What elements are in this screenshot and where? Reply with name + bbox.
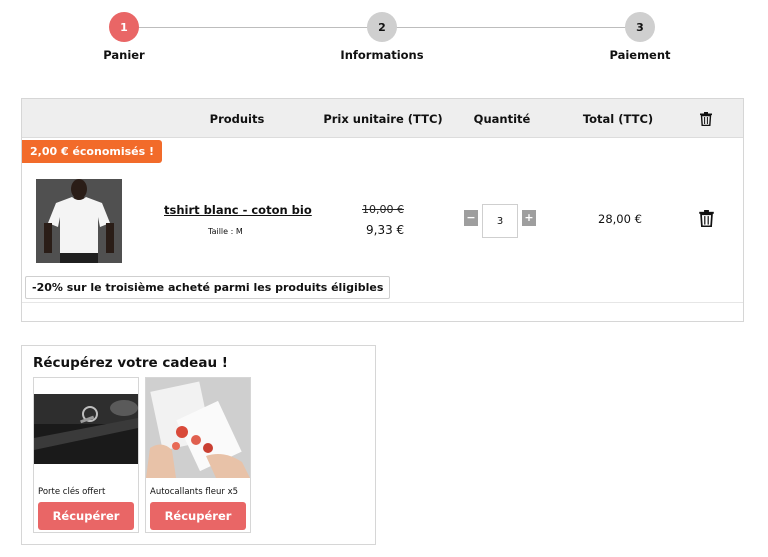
step-informations[interactable]: 2 Informations <box>322 12 442 62</box>
claim-gift-button[interactable]: Récupérer <box>150 502 246 530</box>
step-number: 1 <box>109 12 139 42</box>
line-total: 28,00 € <box>598 212 642 226</box>
step-number: 2 <box>367 12 397 42</box>
step-panier[interactable]: 1 Panier <box>64 12 184 62</box>
column-total: Total (TTC) <box>582 111 654 126</box>
promo-tag: -20% sur le troisième acheté parmi les p… <box>25 276 391 299</box>
quantity-increase-button[interactable]: + <box>522 210 536 226</box>
product-size: Taille : M <box>208 227 243 236</box>
gift-title: Récupérez votre cadeau ! <box>33 355 228 371</box>
cart-table: Produits Prix unitaire (TTC) Quantité To… <box>21 98 744 322</box>
step-label: Paiement <box>609 48 671 62</box>
quantity-decrease-button[interactable]: − <box>464 210 478 226</box>
gift-card: Autocallants fleur x5 Récupérer <box>145 377 251 533</box>
savings-badge: 2,00 € économisés ! <box>22 140 163 163</box>
unit-price: 9,33 € <box>366 223 405 237</box>
gift-card: Porte clés offert Récupérer <box>33 377 139 533</box>
column-unit-price: Prix unitaire (TTC) <box>323 111 443 126</box>
gift-image-flower-stickers <box>146 378 250 478</box>
gift-image-keychain <box>34 378 138 478</box>
clear-cart-trash-icon[interactable] <box>692 99 720 138</box>
row-divider <box>22 302 743 303</box>
product-name-link[interactable]: tshirt blanc - coton bio <box>164 203 312 217</box>
step-label: Informations <box>340 48 424 62</box>
column-quantity: Quantité <box>473 111 531 126</box>
gift-label: Porte clés offert <box>38 487 106 497</box>
checkout-stepper: 1 Panier 2 Informations 3 Paiement <box>0 0 768 70</box>
step-label: Panier <box>103 48 145 62</box>
column-products: Produits <box>209 111 265 126</box>
claim-gift-button[interactable]: Récupérer <box>38 502 134 530</box>
step-number: 3 <box>625 12 655 42</box>
gift-panel: Récupérez votre cadeau ! Porte clés offe… <box>21 345 376 545</box>
product-image[interactable] <box>36 179 122 263</box>
quantity-input[interactable]: 3 <box>482 204 518 238</box>
old-price: 10,00 € <box>362 203 404 216</box>
remove-item-trash-icon[interactable] <box>699 210 714 231</box>
step-paiement[interactable]: 3 Paiement <box>580 12 700 62</box>
cart-header: Produits Prix unitaire (TTC) Quantité To… <box>22 99 743 138</box>
gift-label: Autocallants fleur x5 <box>150 487 239 497</box>
